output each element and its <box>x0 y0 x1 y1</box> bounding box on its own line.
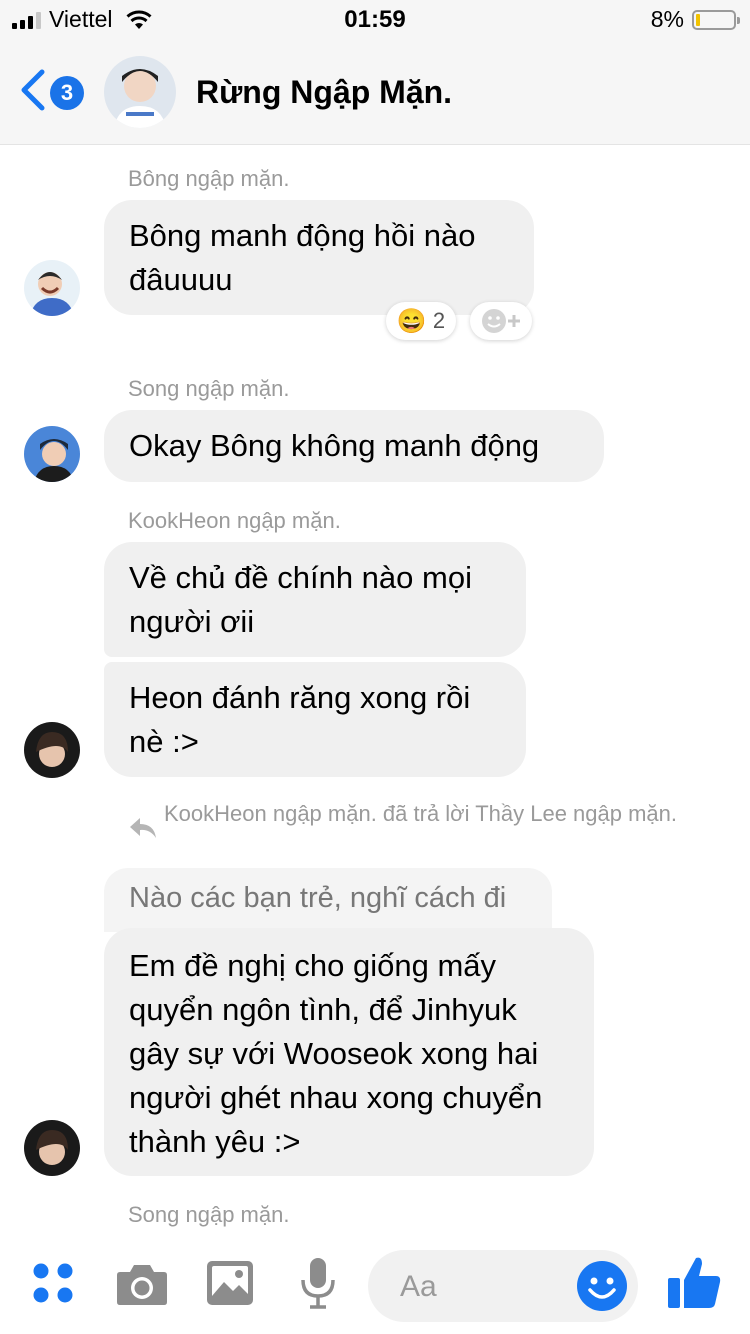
sender-name: KookHeon ngập mặn. <box>128 508 341 533</box>
message-bubble[interactable]: Okay Bông không manh động <box>104 410 604 482</box>
unread-badge[interactable]: 3 <box>50 76 84 110</box>
avatar[interactable] <box>24 260 80 316</box>
message-bubble[interactable]: Em đề nghị cho giống mấy quyển ngôn tình… <box>104 928 594 1176</box>
battery-percent: 8% <box>650 6 684 32</box>
conversation-title[interactable]: Rừng Ngập Mặn. <box>196 74 452 111</box>
quoted-message[interactable]: Nào các bạn trẻ, nghĩ cách đi <box>104 868 552 932</box>
sender-name: Song ngập mặn. <box>128 1202 290 1227</box>
thumbs-up-icon[interactable] <box>666 1254 722 1310</box>
status-right: 8% <box>650 6 740 33</box>
laughing-emoji-icon: 😄 <box>396 307 427 335</box>
status-time: 01:59 <box>344 6 406 33</box>
emoji-icon[interactable] <box>576 1260 628 1312</box>
message-bubble[interactable]: Bông manh động hồi nào đâuuuu <box>104 200 534 315</box>
sender-name: Bông ngập mặn. <box>128 166 290 191</box>
avatar[interactable] <box>24 722 80 778</box>
message-bubble[interactable]: Về chủ đề chính nào mọi người ơii <box>104 542 526 657</box>
avatar[interactable] <box>24 1120 80 1176</box>
battery-icon <box>692 9 740 30</box>
status-bar: Viettel 01:59 8% <box>0 0 750 40</box>
group-avatar[interactable] <box>104 56 176 128</box>
reply-note: KookHeon ngập mặn. đã trả lời Thầy Lee n… <box>128 800 708 838</box>
sender-name: Song ngập mặn. <box>128 376 290 401</box>
camera-icon[interactable] <box>116 1262 168 1306</box>
reaction-pill[interactable]: 😄 2 <box>386 302 456 340</box>
message-bubble[interactable]: Heon đánh răng xong rồi nè :> <box>104 662 526 777</box>
avatar[interactable] <box>24 426 80 482</box>
image-icon[interactable] <box>206 1260 254 1306</box>
conversation-header: 3 Rừng Ngập Mặn. <box>0 40 750 145</box>
apps-icon[interactable] <box>32 1262 76 1306</box>
reply-arrow-icon <box>130 818 156 838</box>
message-input-placeholder: Aa <box>400 1270 437 1303</box>
microphone-icon[interactable] <box>300 1256 336 1310</box>
add-reaction-icon <box>482 309 520 333</box>
chevron-left-icon[interactable] <box>18 68 48 112</box>
add-reaction-button[interactable] <box>470 302 532 340</box>
reaction-count: 2 <box>432 308 446 333</box>
reply-note-text: KookHeon ngập mặn. đã trả lời Thầy Lee n… <box>164 801 678 826</box>
composer-bar: Aa <box>0 1240 750 1334</box>
